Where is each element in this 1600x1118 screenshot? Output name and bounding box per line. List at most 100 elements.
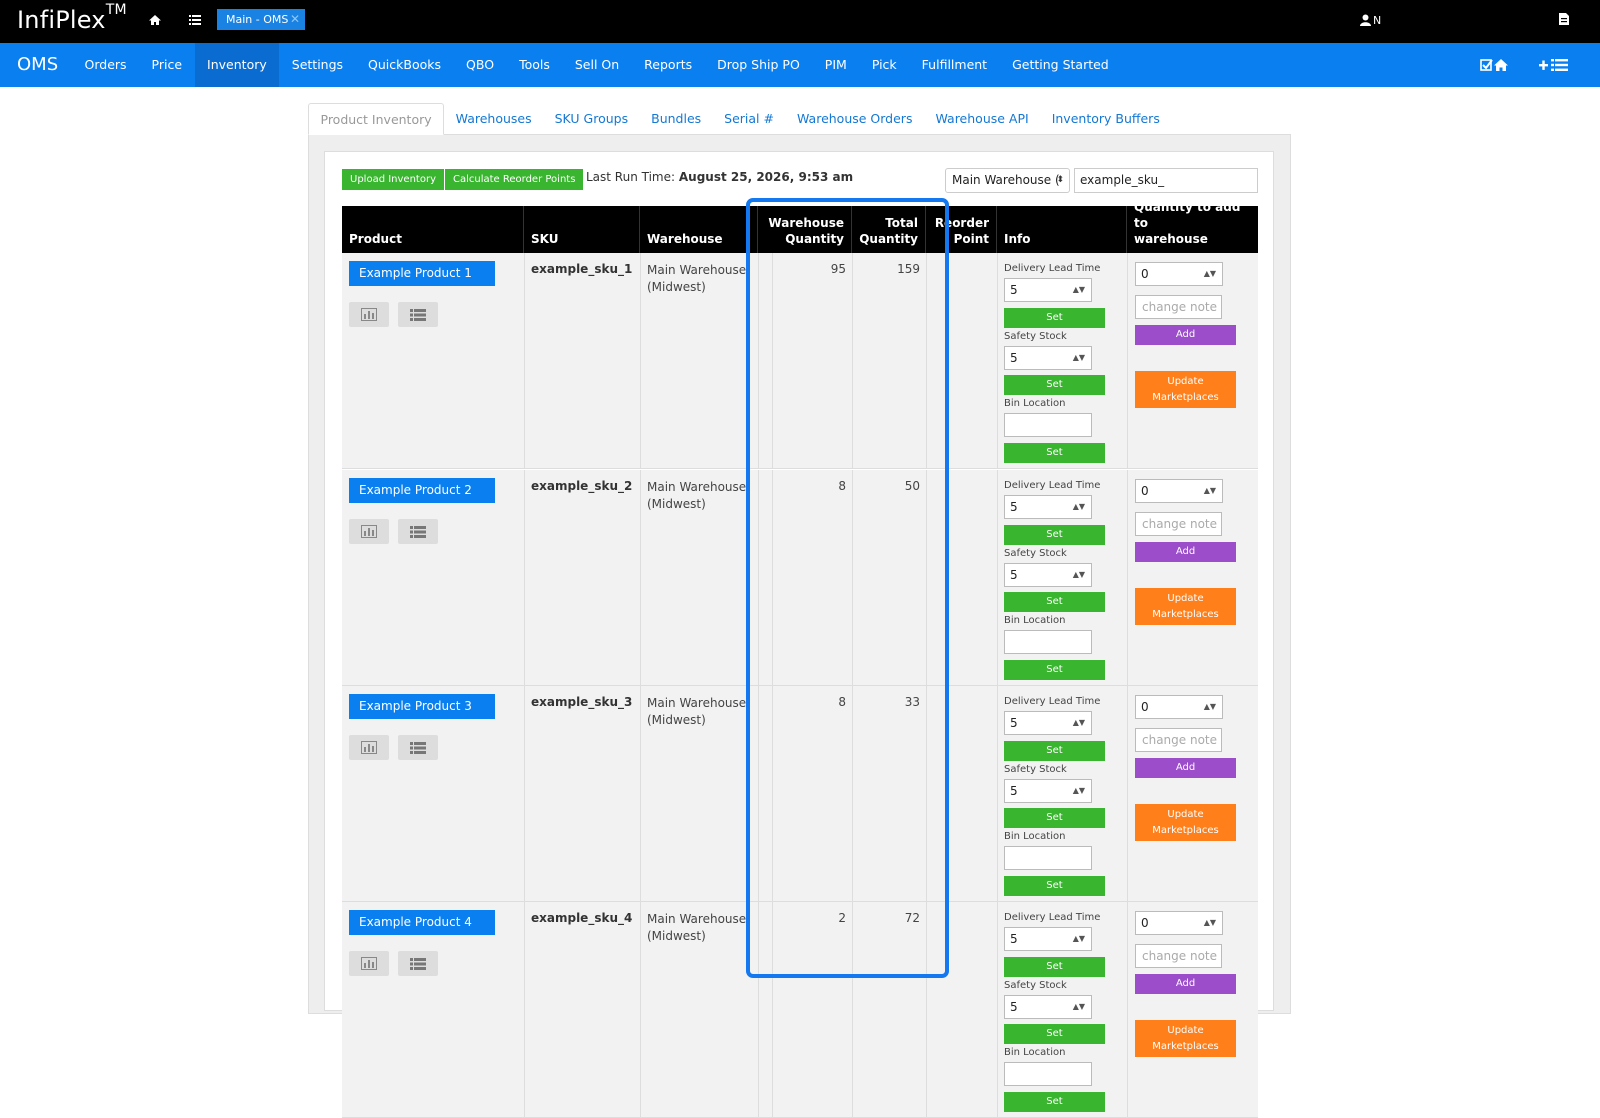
- quantity-to-add-input[interactable]: 0 ▲▼: [1135, 695, 1223, 719]
- nav-item-qbo[interactable]: QBO: [454, 43, 507, 87]
- quantity-to-add-input[interactable]: 0 ▲▼: [1135, 262, 1223, 286]
- col-product[interactable]: Product: [342, 206, 524, 253]
- col-info[interactable]: Info: [997, 206, 1127, 253]
- stepper-icon[interactable]: ▲▼: [1204, 696, 1216, 718]
- change-note-input[interactable]: change note: [1135, 944, 1222, 968]
- quantity-to-add-input[interactable]: 0 ▲▼: [1135, 911, 1223, 935]
- tab-warehouses[interactable]: Warehouses: [444, 103, 543, 135]
- update-marketplaces-button[interactable]: Update Marketplaces: [1135, 1020, 1236, 1057]
- update-marketplaces-button[interactable]: Update Marketplaces: [1135, 804, 1236, 841]
- stepper-icon[interactable]: ▲▼: [1204, 480, 1216, 502]
- tab-warehouse-orders[interactable]: Warehouse Orders: [785, 103, 923, 135]
- stepper-icon[interactable]: ▲▼: [1073, 279, 1085, 301]
- document-icon[interactable]: [1559, 13, 1573, 27]
- stepper-icon[interactable]: ▲▼: [1073, 564, 1085, 586]
- nav-item-tools[interactable]: Tools: [507, 43, 563, 87]
- tab-inventory-buffers[interactable]: Inventory Buffers: [1040, 103, 1171, 135]
- brand-logo[interactable]: InfiPlexTM: [17, 2, 127, 34]
- nav-item-getting-started[interactable]: Getting Started: [1000, 43, 1122, 87]
- user-menu[interactable]: N: [1360, 13, 1381, 27]
- details-list-icon[interactable]: [398, 735, 438, 760]
- set-bin-location-button[interactable]: Set: [1004, 876, 1105, 896]
- tab-warehouse-api[interactable]: Warehouse API: [924, 103, 1040, 135]
- set-bin-location-button[interactable]: Set: [1004, 660, 1105, 680]
- set-bin-location-button[interactable]: Set: [1004, 443, 1105, 463]
- bin-location-input[interactable]: [1004, 1062, 1092, 1086]
- bar-chart-icon[interactable]: [349, 519, 389, 544]
- session-tab[interactable]: Main - OMS ✕: [217, 9, 305, 30]
- stepper-icon[interactable]: ▲▼: [1204, 912, 1216, 934]
- plus-list-icon[interactable]: [1539, 58, 1569, 72]
- set-lead-time-button[interactable]: Set: [1004, 308, 1105, 328]
- set-safety-stock-button[interactable]: Set: [1004, 375, 1105, 395]
- tab-bundles[interactable]: Bundles: [640, 103, 713, 135]
- col-warehouse[interactable]: Warehouse: [640, 206, 758, 253]
- checklist-home-icon[interactable]: [1480, 58, 1510, 72]
- nav-item-drop-ship-po[interactable]: Drop Ship PO: [705, 43, 813, 87]
- lead-time-input[interactable]: 5 ▲▼: [1004, 495, 1092, 519]
- add-quantity-button[interactable]: Add: [1135, 758, 1236, 778]
- sku-search-input[interactable]: example_sku_: [1074, 168, 1258, 193]
- change-note-input[interactable]: change note: [1135, 728, 1222, 752]
- nav-item-price[interactable]: Price: [139, 43, 195, 87]
- product-button[interactable]: Example Product 3: [349, 694, 495, 719]
- bar-chart-icon[interactable]: [349, 951, 389, 976]
- bin-location-input[interactable]: [1004, 630, 1092, 654]
- nav-item-pim[interactable]: PIM: [812, 43, 859, 87]
- stepper-icon[interactable]: ▲▼: [1204, 263, 1216, 285]
- nav-item-orders[interactable]: Orders: [72, 43, 139, 87]
- nav-item-sell-on[interactable]: Sell On: [562, 43, 631, 87]
- bar-chart-icon[interactable]: [349, 302, 389, 327]
- nav-item-inventory[interactable]: Inventory: [194, 43, 280, 87]
- set-safety-stock-button[interactable]: Set: [1004, 1024, 1105, 1044]
- safety-stock-input[interactable]: 5 ▲▼: [1004, 346, 1092, 370]
- lead-time-input[interactable]: 5 ▲▼: [1004, 927, 1092, 951]
- add-quantity-button[interactable]: Add: [1135, 542, 1236, 562]
- warehouse-select[interactable]: Main Warehouse ( ⬍: [945, 168, 1070, 193]
- safety-stock-input[interactable]: 5 ▲▼: [1004, 779, 1092, 803]
- stepper-icon[interactable]: ▲▼: [1073, 347, 1085, 369]
- nav-item-pick[interactable]: Pick: [859, 43, 909, 87]
- set-bin-location-button[interactable]: Set: [1004, 1092, 1105, 1112]
- set-lead-time-button[interactable]: Set: [1004, 525, 1105, 545]
- details-list-icon[interactable]: [398, 302, 438, 327]
- stepper-icon[interactable]: ▲▼: [1073, 928, 1085, 950]
- change-note-input[interactable]: change note: [1135, 512, 1222, 536]
- update-marketplaces-button[interactable]: Update Marketplaces: [1135, 371, 1236, 408]
- nav-item-quickbooks[interactable]: QuickBooks: [356, 43, 454, 87]
- product-button[interactable]: Example Product 4: [349, 910, 495, 935]
- product-button[interactable]: Example Product 1: [349, 261, 495, 286]
- set-lead-time-button[interactable]: Set: [1004, 957, 1105, 977]
- nav-item-fulfillment[interactable]: Fulfillment: [909, 43, 999, 87]
- home-icon[interactable]: [148, 13, 162, 27]
- stepper-icon[interactable]: ▲▼: [1073, 712, 1085, 734]
- lead-time-input[interactable]: 5 ▲▼: [1004, 278, 1092, 302]
- col-sku[interactable]: SKU: [524, 206, 640, 253]
- col-quantity-to-add[interactable]: Quantity to add to warehouse: [1127, 200, 1258, 253]
- details-list-icon[interactable]: [398, 951, 438, 976]
- stepper-icon[interactable]: ▲▼: [1073, 496, 1085, 518]
- upload-inventory-button[interactable]: Upload Inventory: [342, 169, 444, 190]
- set-lead-time-button[interactable]: Set: [1004, 741, 1105, 761]
- tab-sku-groups[interactable]: SKU Groups: [543, 103, 640, 135]
- bar-chart-icon[interactable]: [349, 735, 389, 760]
- tab-product-inventory[interactable]: Product Inventory: [308, 103, 445, 135]
- stepper-icon[interactable]: ▲▼: [1073, 996, 1085, 1018]
- list-icon[interactable]: [188, 13, 202, 27]
- stepper-icon[interactable]: ▲▼: [1073, 780, 1085, 802]
- change-note-input[interactable]: change note: [1135, 295, 1222, 319]
- set-safety-stock-button[interactable]: Set: [1004, 592, 1105, 612]
- calculate-reorder-points-button[interactable]: Calculate Reorder Points: [445, 169, 584, 190]
- add-quantity-button[interactable]: Add: [1135, 325, 1236, 345]
- nav-brand[interactable]: OMS: [17, 43, 58, 87]
- product-button[interactable]: Example Product 2: [349, 478, 495, 503]
- add-quantity-button[interactable]: Add: [1135, 974, 1236, 994]
- bin-location-input[interactable]: [1004, 846, 1092, 870]
- safety-stock-input[interactable]: 5 ▲▼: [1004, 563, 1092, 587]
- details-list-icon[interactable]: [398, 519, 438, 544]
- close-icon[interactable]: ✕: [290, 9, 300, 30]
- set-safety-stock-button[interactable]: Set: [1004, 808, 1105, 828]
- quantity-to-add-input[interactable]: 0 ▲▼: [1135, 479, 1223, 503]
- update-marketplaces-button[interactable]: Update Marketplaces: [1135, 588, 1236, 625]
- bin-location-input[interactable]: [1004, 413, 1092, 437]
